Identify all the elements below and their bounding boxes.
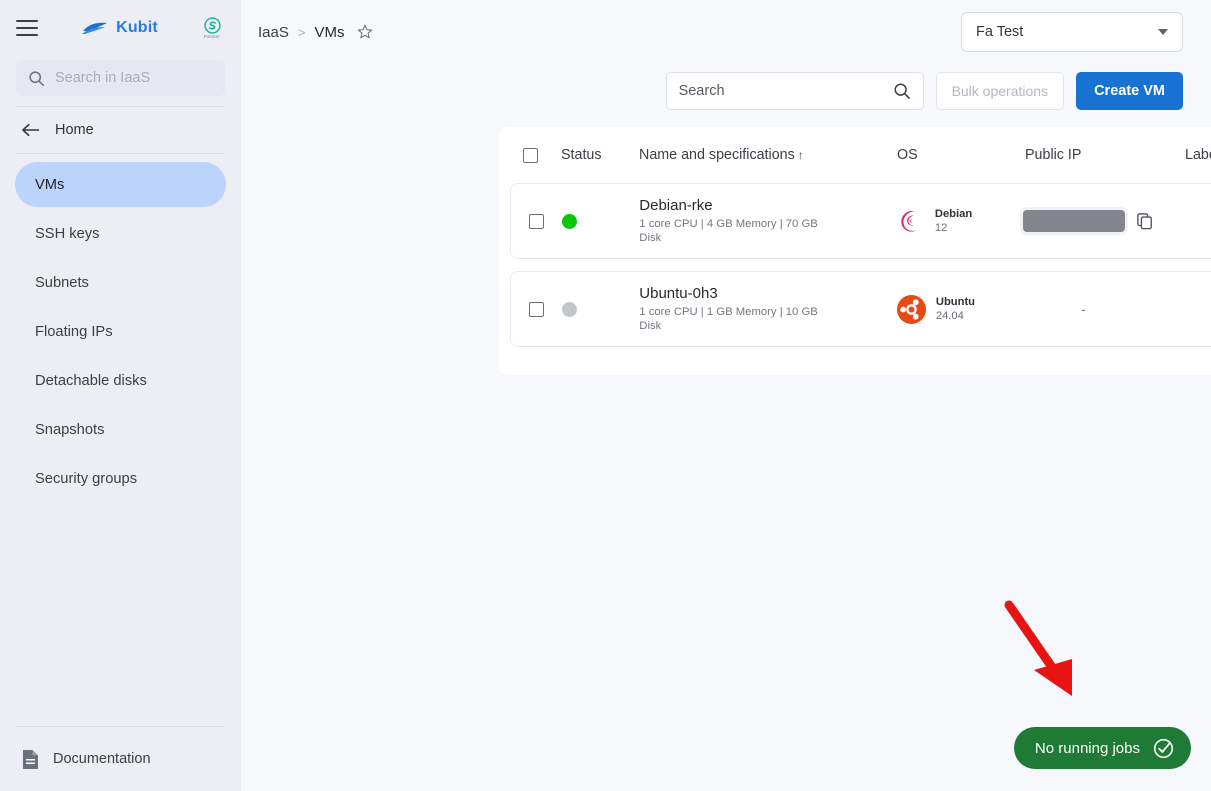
- chevron-down-icon: [1158, 29, 1168, 35]
- row-name-cell: Ubuntu-0h3 1 core CPU | 1 GB Memory | 10…: [639, 285, 896, 333]
- column-header-public-ip[interactable]: Public IP: [1025, 147, 1185, 163]
- sidebar-item-ssh-keys[interactable]: SSH keys: [15, 211, 226, 256]
- top-bar: IaaS > VMs Fa Test: [241, 0, 1211, 64]
- project-selector[interactable]: Fa Test: [961, 12, 1183, 52]
- jobs-status-badge[interactable]: No running jobs: [1013, 727, 1191, 769]
- column-header-labels[interactable]: Labels: [1185, 147, 1211, 163]
- sidebar-item-label: Floating IPs: [35, 323, 113, 340]
- os-name: Ubuntu: [935, 296, 975, 308]
- os-text: Ubuntu 24.04: [936, 295, 975, 323]
- row-status-indicator: [561, 301, 640, 317]
- sidebar-item-label: Security groups: [35, 470, 138, 487]
- table-row[interactable]: Ubuntu-0h3 1 core CPU | 1 GB Memory | 10…: [510, 271, 1211, 347]
- table-header-row: Status Name and specifications ↑ OS Publi…: [499, 127, 1211, 183]
- column-header-name[interactable]: Name and specifications ↑: [639, 147, 897, 163]
- status-dot-stopped: [561, 301, 577, 317]
- create-vm-button[interactable]: Create VM: [1076, 72, 1183, 110]
- search-icon: [28, 70, 45, 87]
- vm-specs: 1 core CPU | 4 GB Memory | 70 GB Disk: [639, 218, 818, 244]
- copy-icon[interactable]: [1137, 212, 1153, 230]
- sidebar-item-label: Snapshots: [35, 421, 105, 438]
- kubit-wave-logo: [81, 20, 109, 36]
- vm-name[interactable]: Ubuntu-0h3: [639, 285, 896, 302]
- row-os-cell: Ubuntu 24.04: [896, 294, 1023, 325]
- breadcrumb-current: VMs: [314, 23, 345, 41]
- breadcrumb: IaaS > VMs: [258, 24, 373, 41]
- sidebar-item-security-groups[interactable]: Security groups: [15, 456, 226, 501]
- check-circle-icon: [1153, 738, 1174, 759]
- search-icon[interactable]: [893, 82, 911, 100]
- partner-logo: Partner: [199, 13, 225, 43]
- brand-name: Kubit: [116, 19, 158, 36]
- partner-logo-subtext: Partner: [203, 33, 221, 39]
- table-row[interactable]: Debian-rke 1 core CPU | 4 GB Memory | 70…: [510, 183, 1211, 259]
- back-arrow-icon: [22, 123, 41, 137]
- search-placeholder: Search: [678, 83, 725, 99]
- sidebar-home-label: Home: [55, 122, 94, 138]
- breadcrumb-root[interactable]: IaaS: [258, 24, 289, 41]
- sort-ascending-icon: ↑: [797, 148, 804, 162]
- main-content: IaaS > VMs Fa Test Search Bulk operation…: [241, 0, 1211, 791]
- public-ip-redacted: [1023, 210, 1126, 232]
- row-name-cell: Debian-rke 1 core CPU | 4 GB Memory | 70…: [639, 197, 896, 245]
- vm-specs: 1 core CPU | 1 GB Memory | 10 GB Disk: [639, 306, 818, 332]
- sidebar-item-vms[interactable]: VMs: [15, 162, 226, 207]
- row-checkbox[interactable]: [511, 213, 562, 229]
- sidebar-item-floating-ips[interactable]: Floating IPs: [15, 309, 226, 354]
- sidebar-item-snapshots[interactable]: Snapshots: [15, 407, 226, 452]
- os-name: Debian: [934, 208, 973, 220]
- column-header-name-label: Name and specifications: [639, 147, 795, 163]
- sidebar-item-subnets[interactable]: Subnets: [15, 260, 226, 305]
- sidebar: Kubit Partner Search in IaaS Home VMs SS…: [0, 0, 241, 791]
- sidebar-home-link[interactable]: Home: [0, 107, 241, 153]
- sidebar-item-label: Subnets: [35, 274, 89, 291]
- row-os-cell: Debian 12: [896, 206, 1023, 236]
- bulk-operations-label: Bulk operations: [951, 83, 1049, 99]
- jobs-status-label: No running jobs: [1034, 739, 1140, 757]
- select-all-checkbox[interactable]: [499, 147, 561, 163]
- vm-name[interactable]: Debian-rke: [639, 197, 896, 214]
- column-header-os[interactable]: OS: [897, 147, 1025, 163]
- sidebar-item-label: SSH keys: [35, 225, 100, 242]
- os-version: 24.04: [935, 310, 964, 322]
- row-status-indicator: [561, 213, 640, 229]
- debian-swirl-icon: [896, 206, 926, 236]
- row-public-ip-cell: -: [1023, 301, 1182, 317]
- public-ip-value: -: [1081, 301, 1086, 317]
- action-bar: Search Bulk operations Create VM: [241, 64, 1211, 110]
- sidebar-nav: VMs SSH keys Subnets Floating IPs Detach…: [0, 154, 241, 501]
- os-version: 12: [934, 222, 948, 234]
- brand-logo[interactable]: Kubit: [50, 19, 189, 37]
- sidebar-item-label: VMs: [35, 176, 65, 193]
- sidebar-item-detachable-disks[interactable]: Detachable disks: [15, 358, 226, 403]
- star-icon[interactable]: [357, 24, 373, 40]
- create-vm-label: Create VM: [1094, 83, 1165, 99]
- app-root: Kubit Partner Search in IaaS Home VMs SS…: [0, 0, 1211, 791]
- sidebar-header: Kubit Partner: [0, 0, 241, 56]
- ubuntu-circle-icon: [896, 294, 927, 325]
- column-header-status[interactable]: Status: [561, 147, 639, 163]
- row-checkbox[interactable]: [511, 301, 562, 317]
- hamburger-icon[interactable]: [16, 20, 38, 36]
- row-public-ip-cell: [1023, 210, 1182, 232]
- document-icon: [22, 749, 39, 770]
- bulk-operations-button[interactable]: Bulk operations: [935, 72, 1065, 110]
- sidebar-search-placeholder: Search in IaaS: [55, 70, 151, 86]
- os-text: Debian 12: [935, 207, 972, 235]
- sidebar-item-label: Detachable disks: [35, 372, 147, 389]
- sidebar-item-documentation[interactable]: Documentation: [0, 727, 241, 791]
- sidebar-footer: Documentation: [0, 726, 241, 791]
- red-arrow-annotation: [1000, 597, 1086, 701]
- sidebar-search-input[interactable]: Search in IaaS: [16, 60, 225, 96]
- search-input[interactable]: Search: [665, 72, 924, 110]
- breadcrumb-separator: >: [297, 24, 306, 40]
- project-selector-value: Fa Test: [976, 24, 1024, 40]
- sidebar-documentation-label: Documentation: [53, 751, 151, 767]
- vm-table: Status Name and specifications ↑ OS Publi…: [499, 127, 1211, 375]
- status-dot-running: [561, 213, 577, 229]
